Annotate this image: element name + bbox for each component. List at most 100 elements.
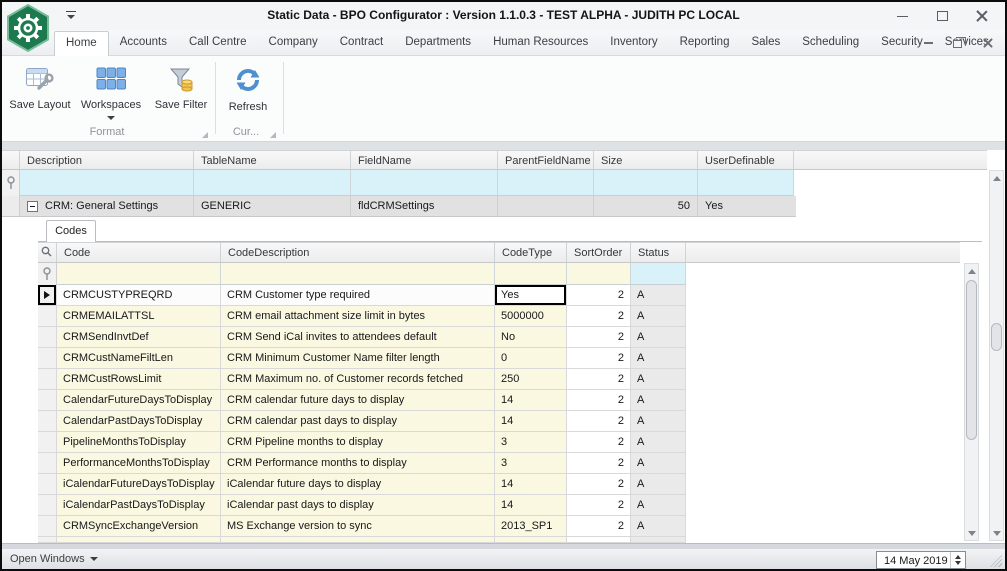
codedescription-cell[interactable]: CRM Send iCal invites to attendees defau… xyxy=(221,327,495,348)
codetype-cell-focused[interactable]: Yes xyxy=(495,285,567,306)
codedescription-cell[interactable]: CRM Pipeline months to display xyxy=(221,432,495,453)
codetype-cell[interactable]: 3 xyxy=(495,453,567,474)
codetype-cell[interactable]: 3 xyxy=(495,432,567,453)
codetype-cell[interactable]: 2013_SP1 xyxy=(495,516,567,537)
ribbon-tab-accounts[interactable]: Accounts xyxy=(109,30,178,56)
codetype-cell[interactable]: 14 xyxy=(495,390,567,411)
size-cell[interactable]: 50 xyxy=(594,196,698,216)
codetype-cell[interactable]: 5000000 xyxy=(495,306,567,327)
code-cell[interactable]: iCalendarPastDaysToDisplay xyxy=(57,495,221,516)
table-row[interactable]: PipelineMonthsToDisplay CRM Pipeline mon… xyxy=(38,432,686,453)
scrollbar-thumb[interactable] xyxy=(966,280,977,440)
scroll-up-button[interactable] xyxy=(965,264,978,278)
maximize-button[interactable] xyxy=(929,6,955,26)
sortorder-cell[interactable]: 2 xyxy=(567,432,631,453)
status-cell[interactable]: A xyxy=(631,390,686,411)
codedescription-cell[interactable]: MS Exchange version to sync xyxy=(221,516,495,537)
column-header-description[interactable]: Description xyxy=(20,151,194,169)
ribbon-tab-call-centre[interactable]: Call Centre xyxy=(178,30,258,56)
description-cell[interactable]: CRM: General Settings xyxy=(20,196,194,216)
table-row[interactable]: CRMSendInvtDef CRM Send iCal invites to … xyxy=(38,327,686,348)
format-group-expand-icon[interactable] xyxy=(202,132,208,138)
codetype-cell[interactable]: 14 xyxy=(495,411,567,432)
table-row[interactable]: CRMEMAILATTSL CRM email attachment size … xyxy=(38,306,686,327)
current-group-expand-icon[interactable] xyxy=(270,132,276,138)
filter-cell-status[interactable] xyxy=(631,263,686,285)
sortorder-cell[interactable]: 2 xyxy=(567,474,631,495)
status-cell[interactable]: A xyxy=(631,495,686,516)
ribbon-tab-home[interactable]: Home xyxy=(54,31,109,56)
codetype-cell[interactable]: No xyxy=(495,327,567,348)
code-cell[interactable]: PipelineMonthsToDisplay xyxy=(57,432,221,453)
status-cell[interactable]: A xyxy=(631,411,686,432)
code-cell[interactable]: CalendarPastDaysToDisplay xyxy=(57,411,221,432)
column-header-sortorder[interactable]: SortOrder xyxy=(567,243,631,262)
column-header-userdefinable[interactable]: UserDefinable xyxy=(698,151,794,169)
ribbon-tab-static-data[interactable]: Static Data xyxy=(1000,30,1005,56)
status-cell[interactable]: A xyxy=(631,453,686,474)
mdi-restore-button[interactable] xyxy=(949,36,967,50)
column-header-status[interactable]: Status xyxy=(631,243,686,262)
codedescription-cell[interactable]: CRM Maximum no. of Customer records fetc… xyxy=(221,369,495,390)
filter-cell-parentfieldname[interactable] xyxy=(498,170,594,196)
app-logo-gear-icon[interactable] xyxy=(5,3,51,53)
date-spinner[interactable] xyxy=(950,552,965,568)
code-cell[interactable]: PerformanceMonthsToDisplay xyxy=(57,453,221,474)
codedescription-cell[interactable]: iCalendar past days to display xyxy=(221,495,495,516)
code-cell[interactable]: CRMCustRowsLimit xyxy=(57,369,221,390)
mdi-minimize-button[interactable] xyxy=(919,36,937,50)
filter-cell-description[interactable] xyxy=(20,170,194,196)
status-cell[interactable]: A xyxy=(631,474,686,495)
sortorder-cell[interactable]: 2 xyxy=(567,495,631,516)
column-header-code[interactable]: Code xyxy=(57,243,221,262)
sortorder-cell[interactable]: 2 xyxy=(567,516,631,537)
column-header-tablename[interactable]: TableName xyxy=(194,151,351,169)
refresh-button[interactable]: Refresh xyxy=(220,60,276,126)
codedescription-cell[interactable]: CRM Performance months to display xyxy=(221,453,495,474)
codedescription-cell[interactable]: CRM Minimum Customer Name filter length xyxy=(221,348,495,369)
userdefinable-cell[interactable]: Yes xyxy=(698,196,794,216)
filter-cell-sortorder[interactable] xyxy=(567,263,631,285)
table-row[interactable]: CRMCustNameFiltLen CRM Minimum Customer … xyxy=(38,348,686,369)
status-cell[interactable]: A xyxy=(631,369,686,390)
status-cell[interactable]: A xyxy=(631,306,686,327)
ribbon-tab-inventory[interactable]: Inventory xyxy=(599,30,668,56)
code-cell[interactable]: CalendarFutureDaysToDisplay xyxy=(57,390,221,411)
fieldname-cell[interactable]: fldCRMSettings xyxy=(351,196,498,216)
code-cell[interactable]: CRMCUSTYPREQRD xyxy=(57,285,221,306)
column-header-codetype[interactable]: CodeType xyxy=(495,243,567,262)
workspaces-button[interactable]: Workspaces xyxy=(78,60,144,126)
ribbon-tab-contract[interactable]: Contract xyxy=(329,30,394,56)
ribbon-tab-scheduling[interactable]: Scheduling xyxy=(791,30,870,56)
status-cell[interactable]: A xyxy=(631,432,686,453)
filter-cell-fieldname[interactable] xyxy=(351,170,498,196)
mdi-close-button[interactable] xyxy=(979,36,997,50)
table-row[interactable]: CRMSyncExchangeVersion MS Exchange versi… xyxy=(38,516,686,537)
tab-codes[interactable]: Codes xyxy=(46,220,96,242)
codetype-cell[interactable]: 250 xyxy=(495,369,567,390)
table-row[interactable]: CalendarPastDaysToDisplay CRM calendar p… xyxy=(38,411,686,432)
scrollbar-thumb[interactable] xyxy=(991,323,1002,351)
close-button[interactable] xyxy=(969,6,995,26)
column-header-parentfieldname[interactable]: ParentFieldName xyxy=(498,151,594,169)
parentfieldname-cell[interactable] xyxy=(498,196,594,216)
scroll-up-button[interactable] xyxy=(990,171,1003,185)
codedescription-cell[interactable]: CRM calendar future days to display xyxy=(221,390,495,411)
table-row[interactable]: iCalendarFutureDaysToDisplay iCalendar f… xyxy=(38,474,686,495)
sortorder-cell[interactable]: 2 xyxy=(567,306,631,327)
ribbon-tab-reporting[interactable]: Reporting xyxy=(669,30,741,56)
minimize-button[interactable] xyxy=(889,6,915,26)
column-header-codedescription[interactable]: CodeDescription xyxy=(221,243,495,262)
table-row[interactable]: CRMCustRowsLimit CRM Maximum no. of Cust… xyxy=(38,369,686,390)
code-cell[interactable]: iCalendarFutureDaysToDisplay xyxy=(57,474,221,495)
status-cell[interactable]: A xyxy=(631,327,686,348)
codetype-cell[interactable]: 14 xyxy=(495,474,567,495)
filter-cell-code[interactable] xyxy=(57,263,221,285)
codetype-cell[interactable]: 14 xyxy=(495,495,567,516)
sortorder-cell[interactable]: 2 xyxy=(567,348,631,369)
sortorder-cell[interactable]: 2 xyxy=(567,369,631,390)
filter-cell-codetype[interactable] xyxy=(495,263,567,285)
date-picker[interactable]: 14 May 2019 xyxy=(876,551,966,569)
table-row[interactable]: PerformanceMonthsToDisplay CRM Performan… xyxy=(38,453,686,474)
status-cell[interactable]: A xyxy=(631,348,686,369)
